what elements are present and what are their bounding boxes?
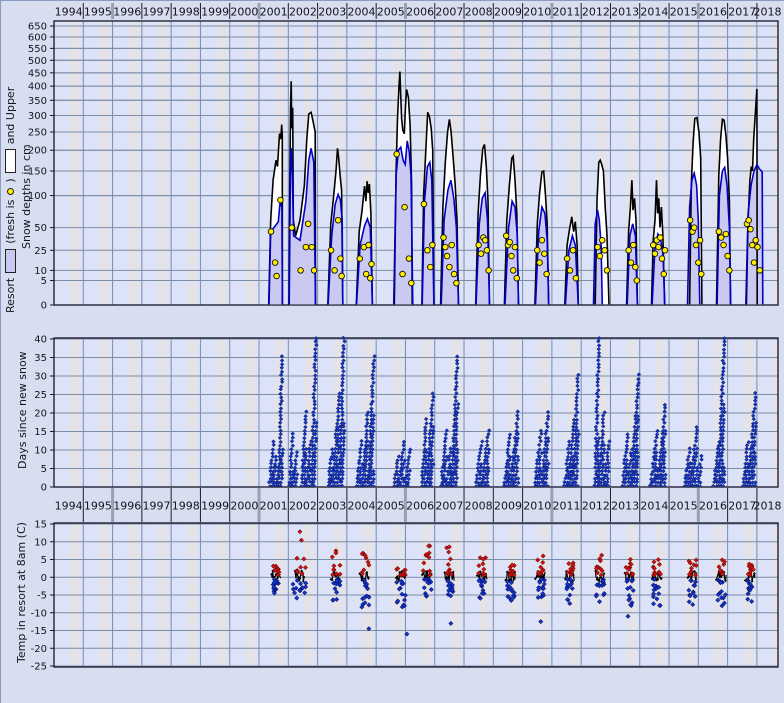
svg-text:2010: 2010 [523, 500, 551, 513]
svg-text:15: 15 [34, 427, 47, 438]
svg-text:2008: 2008 [465, 6, 493, 19]
days-axis-title: Days since new snow [15, 351, 29, 469]
svg-text:2013: 2013 [611, 6, 639, 19]
svg-text:2016: 2016 [699, 500, 727, 513]
svg-text:250: 250 [28, 127, 47, 138]
svg-text:10: 10 [34, 537, 47, 548]
svg-text:2006: 2006 [406, 500, 434, 513]
svg-text:2004: 2004 [348, 500, 376, 513]
svg-text:2011: 2011 [553, 500, 581, 513]
temp-label: Temp in resort at 8am (C) [15, 522, 28, 663]
svg-text:1995: 1995 [84, 500, 112, 513]
svg-text:2017: 2017 [728, 6, 756, 19]
svg-text:2000: 2000 [230, 6, 258, 19]
svg-text:40: 40 [34, 335, 47, 346]
svg-text:350: 350 [28, 96, 47, 107]
svg-text:50: 50 [34, 223, 47, 234]
svg-text:650: 650 [28, 22, 47, 33]
svg-text:2018: 2018 [753, 500, 781, 513]
svg-text:35: 35 [34, 353, 47, 364]
svg-text:2016: 2016 [699, 6, 727, 19]
svg-text:5: 5 [41, 464, 47, 475]
svg-text:10: 10 [34, 266, 47, 277]
svg-text:25: 25 [34, 246, 47, 257]
svg-text:-20: -20 [31, 644, 47, 655]
snow-history-chart: 0510255010015020025030035040045050055060… [0, 0, 784, 703]
chart-canvas: 0510255010015020025030035040045050055060… [1, 1, 784, 703]
svg-text:2005: 2005 [377, 500, 405, 513]
svg-text:2017: 2017 [728, 500, 756, 513]
svg-text:1995: 1995 [84, 6, 112, 19]
svg-text:2007: 2007 [435, 500, 463, 513]
snow-axis-legend: Resort (fresh is ) and Upper [3, 87, 17, 313]
svg-text:-10: -10 [31, 608, 47, 619]
snow-axis-title: Snow depths in cm [19, 144, 33, 249]
svg-text:2012: 2012 [582, 500, 610, 513]
svg-text:15: 15 [34, 520, 47, 531]
svg-text:2013: 2013 [611, 500, 639, 513]
svg-text:2004: 2004 [348, 6, 376, 19]
svg-text:5: 5 [41, 555, 47, 566]
svg-text:2010: 2010 [523, 6, 551, 19]
svg-text:2015: 2015 [670, 6, 698, 19]
svg-text:20: 20 [34, 409, 47, 420]
svg-text:-25: -25 [31, 662, 47, 673]
temp-axis-title: Temp in resort at 8am (C) [14, 522, 28, 663]
svg-text:300: 300 [28, 111, 47, 122]
svg-text:2002: 2002 [289, 6, 317, 19]
svg-text:-5: -5 [37, 591, 47, 602]
svg-text:1997: 1997 [143, 500, 171, 513]
svg-text:1999: 1999 [201, 500, 229, 513]
svg-text:1996: 1996 [113, 6, 141, 19]
svg-text:2001: 2001 [260, 500, 288, 513]
svg-text:10: 10 [34, 446, 47, 457]
svg-text:400: 400 [28, 82, 47, 93]
svg-text:1996: 1996 [113, 500, 141, 513]
svg-text:2009: 2009 [494, 6, 522, 19]
svg-text:-15: -15 [31, 626, 47, 637]
svg-text:2018: 2018 [753, 6, 781, 19]
svg-text:1998: 1998 [172, 6, 200, 19]
days-label: Days since new snow [16, 351, 29, 469]
svg-text:550: 550 [28, 44, 47, 55]
svg-text:450: 450 [28, 68, 47, 79]
svg-text:1999: 1999 [201, 6, 229, 19]
svg-text:2008: 2008 [465, 500, 493, 513]
svg-text:2014: 2014 [640, 6, 668, 19]
fresh-snow-dot-icon [7, 188, 14, 195]
svg-text:2003: 2003 [318, 6, 346, 19]
svg-text:600: 600 [28, 32, 47, 43]
svg-text:1998: 1998 [172, 500, 200, 513]
svg-text:2012: 2012 [582, 6, 610, 19]
svg-text:30: 30 [34, 372, 47, 383]
svg-text:2000: 2000 [230, 500, 258, 513]
svg-text:0: 0 [41, 301, 47, 312]
resort-label: Resort [4, 278, 17, 313]
snow-units-label: Snow depths in cm [20, 144, 33, 249]
svg-text:2001: 2001 [260, 6, 288, 19]
fresh-label-open: (fresh is [4, 200, 17, 244]
svg-text:1994: 1994 [55, 6, 83, 19]
svg-text:1997: 1997 [143, 6, 171, 19]
svg-text:2003: 2003 [318, 500, 346, 513]
svg-text:2015: 2015 [670, 500, 698, 513]
svg-text:2009: 2009 [494, 500, 522, 513]
svg-text:0: 0 [41, 573, 47, 584]
svg-text:2014: 2014 [640, 500, 668, 513]
svg-text:5: 5 [41, 276, 47, 287]
svg-text:2006: 2006 [406, 6, 434, 19]
svg-text:500: 500 [28, 56, 47, 67]
svg-text:0: 0 [41, 483, 47, 494]
svg-text:1994: 1994 [55, 500, 83, 513]
svg-text:2005: 2005 [377, 6, 405, 19]
svg-text:2002: 2002 [289, 500, 317, 513]
upper-label: and Upper [4, 87, 17, 145]
resort-color-swatch [5, 249, 16, 273]
upper-color-swatch [5, 149, 16, 173]
svg-text:25: 25 [34, 390, 47, 401]
svg-text:2011: 2011 [553, 6, 581, 19]
fresh-label-close: ) [4, 178, 17, 182]
svg-text:2007: 2007 [435, 6, 463, 19]
